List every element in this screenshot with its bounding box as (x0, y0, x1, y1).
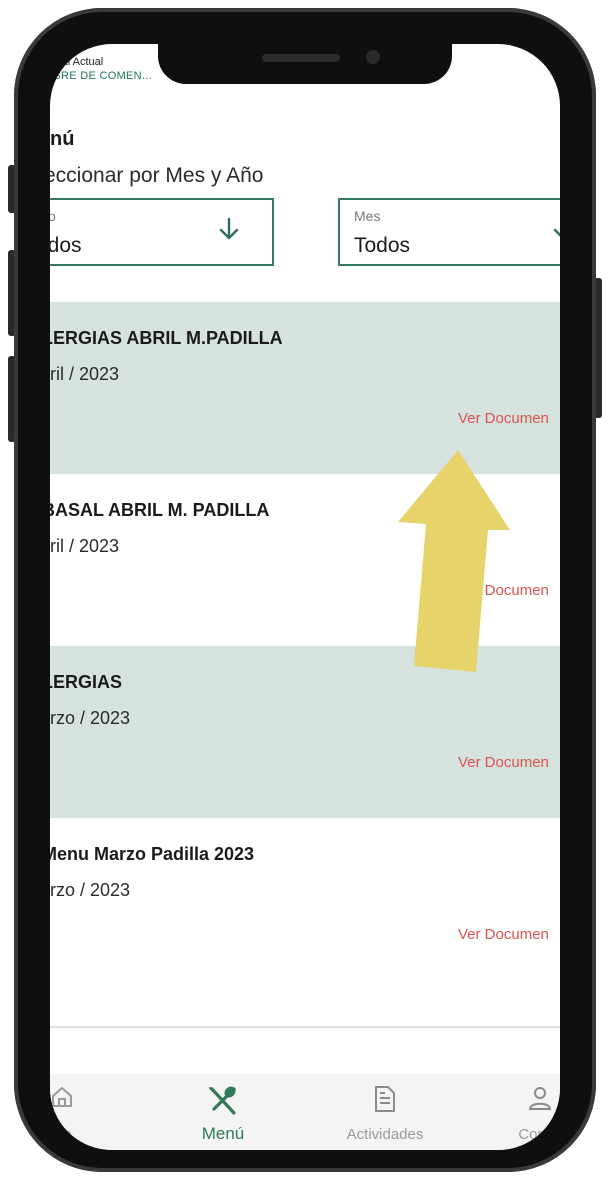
list-item: LERGIAS ABRIL M.PADILLA bril / 2023 Ver … (50, 302, 560, 474)
bottom-nav: cio Menú Actividades Config (50, 1074, 560, 1150)
nav-item-activities[interactable]: Actividades (325, 1074, 445, 1150)
camera-icon (366, 50, 380, 64)
speaker-grille (262, 54, 340, 62)
document-date: arzo / 2023 (50, 708, 131, 728)
document-date: bril / 2023 (50, 536, 120, 556)
year-select-value: odos (50, 234, 82, 257)
plan-name: IBRE DE COMEN... (50, 70, 152, 82)
nav-label-home: cio (52, 1126, 72, 1143)
month-select[interactable]: Mes Todos (338, 198, 560, 266)
view-document-link[interactable]: Ver Documen (458, 410, 549, 427)
filter-label: eccionar por Mes y Año (50, 164, 264, 187)
month-select-value: Todos (354, 234, 411, 257)
view-document-link[interactable]: Ver Documen (458, 926, 549, 943)
utensils-icon (163, 1084, 283, 1122)
document-title: Menu Marzo Padilla 2023 (50, 844, 255, 864)
list-item: BASAL ABRIL M. PADILLA bril / 2023 Ver D… (50, 474, 560, 646)
nav-label-config: Config (518, 1126, 560, 1143)
month-select-label: Mes (354, 208, 381, 224)
nav-label-menu: Menú (201, 1124, 245, 1143)
list-divider (50, 1026, 560, 1028)
phone-notch (158, 36, 452, 84)
document-title: LERGIAS ABRIL M.PADILLA (50, 328, 283, 348)
app-screen: nsal Actual IBRE DE COMEN... nú eccionar… (50, 44, 560, 1150)
view-document-link[interactable]: Ver Documen (458, 754, 549, 771)
view-document-link[interactable]: Ver Documen (458, 582, 549, 599)
year-select[interactable]: o odos (50, 198, 274, 266)
list-item: LERGIAS arzo / 2023 Ver Documen (50, 646, 560, 818)
nav-item-config[interactable]: Config (480, 1074, 560, 1150)
document-title: LERGIAS (50, 672, 123, 692)
document-date: arzo / 2023 (50, 880, 131, 900)
document-icon (325, 1084, 445, 1118)
year-select-label: o (50, 208, 56, 224)
nav-label-activities: Actividades (346, 1126, 424, 1143)
user-icon (480, 1084, 560, 1116)
home-icon (50, 1084, 122, 1114)
list-item: Menu Marzo Padilla 2023 arzo / 2023 Ver … (50, 818, 560, 990)
document-list: LERGIAS ABRIL M.PADILLA bril / 2023 Ver … (50, 302, 560, 990)
arrow-down-icon (218, 216, 240, 248)
document-title: BASAL ABRIL M. PADILLA (50, 500, 270, 520)
page-title: nú (50, 128, 75, 150)
arrow-down-icon (552, 216, 560, 248)
nav-item-home[interactable]: cio (50, 1074, 122, 1150)
nav-item-menu[interactable]: Menú (163, 1074, 283, 1150)
plan-label: nsal Actual (50, 56, 104, 68)
document-date: bril / 2023 (50, 364, 120, 384)
